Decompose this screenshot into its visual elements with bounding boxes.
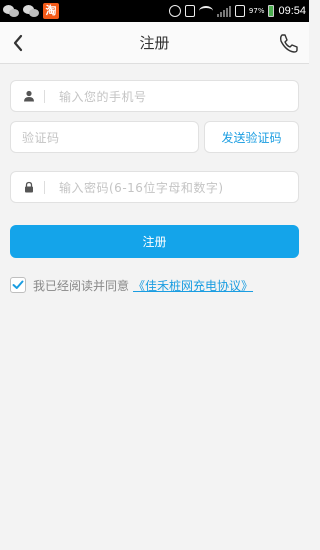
wechat-icon: [23, 4, 39, 18]
phone-placeholder: 输入您的手机号: [59, 89, 147, 104]
alarm-icon: [168, 5, 181, 17]
chevron-left-icon: [13, 34, 23, 52]
battery-icon: [268, 5, 275, 17]
signal-icon: [216, 5, 231, 17]
code-placeholder: 验证码: [22, 130, 60, 145]
verification-code-field[interactable]: 验证码: [10, 121, 199, 153]
battery-percent: 97%: [248, 7, 265, 15]
wifi-icon: [198, 6, 213, 16]
user-icon: [24, 90, 34, 102]
agree-checkbox[interactable]: [10, 277, 26, 293]
agreement-row: 我已经阅读并同意 《佳禾桩网充电协议》: [10, 275, 253, 295]
call-button[interactable]: [277, 32, 299, 54]
send-code-button[interactable]: 发送验证码: [204, 121, 299, 153]
phone-number-field[interactable]: 输入您的手机号: [10, 80, 299, 112]
divider: [44, 90, 45, 103]
notification-icons: 淘: [3, 3, 59, 19]
clock: 09:54: [278, 5, 306, 17]
password-field[interactable]: 输入密码(6-16位字母和数字): [10, 171, 299, 203]
page-title: 注册: [139, 34, 170, 52]
system-icons: 97% 09:54: [168, 2, 306, 20]
password-placeholder: 输入密码(6-16位字母和数字): [59, 180, 224, 195]
checkmark-icon: [12, 280, 24, 289]
agreement-link[interactable]: 《佳禾桩网充电协议》: [133, 277, 253, 294]
sim-icon: [234, 5, 245, 17]
phone-icon: [279, 34, 298, 53]
lock-icon: [25, 181, 33, 193]
status-bar: 淘 97% 09:54: [0, 0, 309, 22]
divider: [44, 181, 45, 194]
taobao-icon: 淘: [43, 3, 59, 19]
agreement-text: 我已经阅读并同意: [33, 278, 130, 293]
app-header: 注册: [0, 22, 309, 64]
back-button[interactable]: [8, 32, 30, 54]
wechat-icon: [3, 4, 19, 18]
silent-mode-icon: [184, 5, 195, 17]
register-button[interactable]: 注册: [10, 225, 299, 258]
